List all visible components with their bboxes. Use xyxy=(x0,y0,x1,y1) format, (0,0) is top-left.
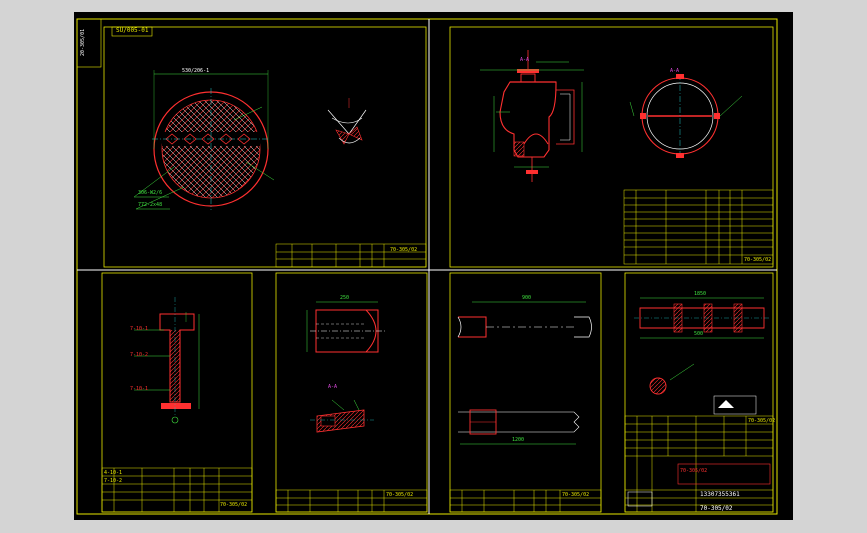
drawing-sheet: SU/005-01 20-305/01 530/206-1 306-W2/6 7… xyxy=(74,12,793,520)
dim-900: 900 xyxy=(522,295,532,301)
panel-tubesheet xyxy=(103,26,427,268)
tb2-code: 70-305/02 xyxy=(744,257,772,263)
dim-500: 500 xyxy=(694,331,704,337)
tb3-row1: 4-10-1 xyxy=(104,470,123,476)
callout-306: 306-W2/6 xyxy=(138,190,163,196)
panel-flange xyxy=(275,272,428,513)
drawing-code-tag: SU/005-01 xyxy=(116,27,149,34)
tb4-code: 70-305/02 xyxy=(386,492,414,498)
section-mark-ring: A-A xyxy=(670,68,680,74)
dim-1200: 1200 xyxy=(512,437,525,443)
top-dimension-label: 530/206-1 xyxy=(182,68,210,74)
panel-pipe xyxy=(449,272,602,513)
section-mark-top: A-A xyxy=(520,57,530,63)
tb5-code: 70-305/02 xyxy=(562,492,590,498)
title-code: 70-305/02 xyxy=(700,505,733,512)
tb1-code: 70-305/02 xyxy=(390,247,418,253)
vertical-code: 20-305/01 xyxy=(80,28,86,56)
callout-772: 772-2x48 xyxy=(138,202,163,208)
tb3-row2: 7-10-2 xyxy=(104,478,123,484)
section-mark-flange: A-A xyxy=(328,384,338,390)
title-cell: 13307355361 xyxy=(700,491,740,498)
dim-250: 250 xyxy=(340,295,350,301)
dim-1850: 1850 xyxy=(694,291,707,297)
panel-shell xyxy=(449,26,774,268)
title-note: 70-305/02 xyxy=(680,468,708,474)
cad-drawing xyxy=(76,18,778,515)
panel-assembly xyxy=(624,272,774,513)
tb-right-code: 70-305/02 xyxy=(748,418,776,424)
part-label-3: 7-10-1 xyxy=(130,386,149,392)
part-label-2: 7-10-2 xyxy=(130,352,149,358)
tb3-code: 70-305/02 xyxy=(220,502,248,508)
part-label-1: 7-10-1 xyxy=(130,326,149,332)
